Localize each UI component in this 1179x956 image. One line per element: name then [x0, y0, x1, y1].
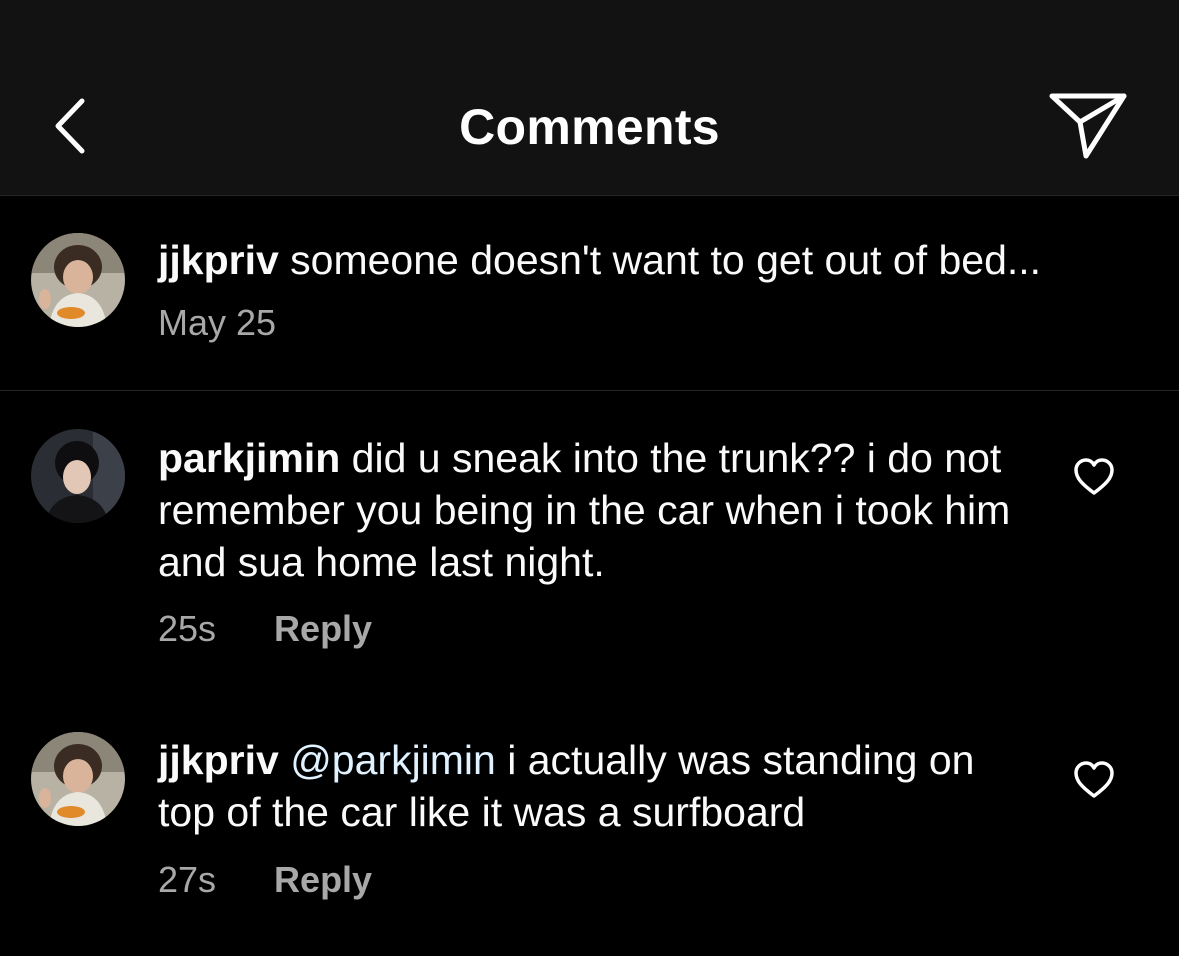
- share-button[interactable]: [1046, 88, 1130, 164]
- comment-body: i actually was standing on top of the ca…: [158, 737, 975, 835]
- caption-date: May 25: [158, 302, 277, 343]
- comment-meta: 25s Reply: [158, 608, 372, 650]
- comment-meta: 27s Reply: [158, 859, 372, 901]
- post-caption: jjkpriv someone doesn't want to get out …: [0, 196, 1179, 391]
- reply-button[interactable]: Reply: [274, 859, 372, 900]
- comment-username[interactable]: parkjimin: [158, 435, 340, 481]
- avatar-image: [31, 233, 125, 327]
- comment-text: parkjimin did u sneak into the trunk?? i…: [158, 432, 1018, 588]
- comment-mention[interactable]: @parkjimin: [290, 737, 496, 783]
- paper-plane-icon: [1049, 93, 1127, 159]
- caption-username[interactable]: jjkpriv: [158, 237, 279, 283]
- avatar[interactable]: [31, 732, 125, 826]
- comment-username[interactable]: jjkpriv: [158, 737, 279, 783]
- comment-text: jjkpriv @parkjimin i actually was standi…: [158, 734, 1018, 838]
- caption-text: jjkpriv someone doesn't want to get out …: [158, 234, 1041, 286]
- page-title: Comments: [459, 99, 720, 155]
- avatar-image: [31, 429, 125, 523]
- heart-icon: [1074, 458, 1114, 495]
- top-bar: Comments: [0, 0, 1179, 196]
- like-button[interactable]: [1072, 457, 1116, 497]
- avatar[interactable]: [31, 233, 125, 327]
- avatar-image: [31, 732, 125, 826]
- like-button[interactable]: [1072, 760, 1116, 800]
- avatar[interactable]: [31, 429, 125, 523]
- reply-button[interactable]: Reply: [274, 608, 372, 649]
- comment-time: 25s: [158, 608, 217, 649]
- caption-meta: May 25: [158, 302, 276, 344]
- comment-time: 27s: [158, 859, 217, 900]
- heart-icon: [1074, 761, 1114, 798]
- caption-body: someone doesn't want to get out of bed..…: [278, 237, 1042, 283]
